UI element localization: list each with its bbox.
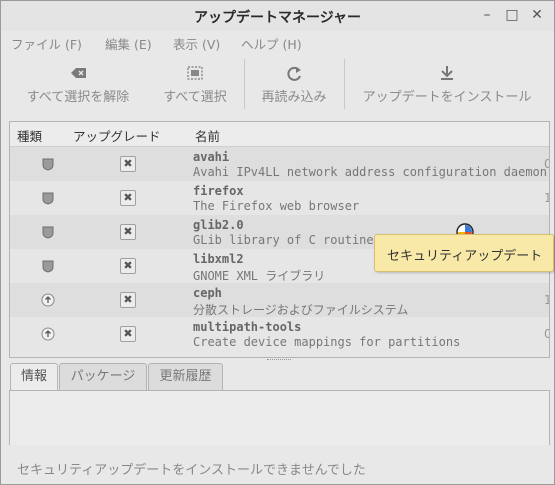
tab-info[interactable]: 情報 <box>10 363 58 391</box>
package-extra: 1 <box>544 293 549 307</box>
package-name: avahi <box>193 150 230 164</box>
table-row[interactable]: ✖ multipath-tools Create device mappings… <box>10 317 549 351</box>
column-type[interactable]: 種類 <box>17 126 42 145</box>
column-name[interactable]: 名前 <box>195 126 220 145</box>
menu-file[interactable]: ファイル (F) <box>11 34 82 53</box>
tooltip-text: セキュリティアップデート <box>387 249 543 264</box>
update-manager-window: アップデートマネージャー – □ ✕ ファイル (F) 編集 (E) 表示 (V… <box>0 0 555 485</box>
update-arrow-icon <box>41 293 55 307</box>
status-message: セキュリティアップデートをインストールできませんでした <box>17 463 366 478</box>
tab-packages[interactable]: パッケージ <box>59 363 147 390</box>
upgrade-checkbox[interactable]: ✖ <box>120 190 136 206</box>
package-description: Create device mappings for partitions <box>193 335 461 349</box>
table-row[interactable]: ✖ avahi Avahi IPv4LL network address con… <box>10 147 549 181</box>
reload-button[interactable]: 再読み込み <box>251 55 337 113</box>
window-title: アップデートマネージャー <box>193 10 362 26</box>
package-name: multipath-tools <box>193 320 302 334</box>
upgrade-checkbox[interactable]: ✖ <box>120 326 136 342</box>
package-name: ceph <box>193 286 222 300</box>
clear-icon <box>19 65 137 81</box>
reload-label: 再読み込み <box>261 90 327 105</box>
security-shield-icon <box>42 192 54 205</box>
package-extra: 1 <box>544 191 549 205</box>
tooltip: セキュリティアップデート <box>374 234 554 272</box>
toolbar: すべて選択を解除 すべて選択 再読み込み アップデートをインストール <box>1 55 554 113</box>
minimize-icon[interactable]: – <box>478 6 496 24</box>
status-bar: セキュリティアップデートをインストールできませんでした <box>1 445 554 484</box>
tab-changelog[interactable]: 更新履歴 <box>148 363 223 390</box>
security-shield-icon <box>42 158 54 171</box>
pane-resize-handle[interactable] <box>267 359 291 362</box>
package-description: Avahi IPv4LL network address configurati… <box>193 165 548 179</box>
info-panel <box>9 390 550 446</box>
deselect-all-label: すべて選択を解除 <box>26 90 130 105</box>
title-bar: アップデートマネージャー – □ ✕ <box>1 1 554 31</box>
upgrade-checkbox[interactable]: ✖ <box>120 258 136 274</box>
download-icon <box>357 65 537 81</box>
select-all-icon <box>151 65 239 81</box>
menu-view[interactable]: 表示 (V) <box>173 34 220 53</box>
upgrade-checkbox[interactable]: ✖ <box>120 224 136 240</box>
package-description: GLib library of C routines <box>193 233 381 247</box>
package-description: The Firefox web browser <box>193 199 360 213</box>
column-upgrade[interactable]: アップグレード <box>73 126 161 145</box>
table-row[interactable]: ✖ ceph 分散ストレージおよびファイルシステム 1 <box>10 283 549 317</box>
list-header: 種類 アップグレード 名前 <box>10 122 549 147</box>
install-updates-label: アップデートをインストール <box>362 90 532 105</box>
close-icon[interactable]: ✕ <box>528 6 546 24</box>
package-description: GNOME XML ライブラリ <box>193 269 326 283</box>
maximize-icon[interactable]: □ <box>503 6 521 24</box>
package-extra: 0 <box>544 157 549 171</box>
select-all-button[interactable]: すべて選択 <box>151 55 239 113</box>
package-extra: 0 <box>544 327 549 341</box>
package-name: glib2.0 <box>193 218 244 232</box>
menu-edit[interactable]: 編集 (E) <box>105 34 152 53</box>
select-all-label: すべて選択 <box>163 90 227 105</box>
deselect-all-button[interactable]: すべて選択を解除 <box>19 55 137 113</box>
toolbar-separator <box>344 59 345 109</box>
package-name: libxml2 <box>193 252 244 266</box>
upgrade-checkbox[interactable]: ✖ <box>120 292 136 308</box>
security-shield-icon <box>42 260 54 273</box>
update-arrow-icon <box>41 327 55 341</box>
menu-help[interactable]: ヘルプ (H) <box>241 34 302 53</box>
install-updates-button[interactable]: アップデートをインストール <box>357 55 537 113</box>
reload-icon <box>251 65 337 81</box>
package-name: firefox <box>193 184 244 198</box>
menu-bar: ファイル (F) 編集 (E) 表示 (V) ヘルプ (H) <box>1 31 554 53</box>
upgrade-checkbox[interactable]: ✖ <box>120 156 136 172</box>
table-row[interactable]: ✖ firefox The Firefox web browser 1 <box>10 181 549 215</box>
security-shield-icon <box>42 226 54 239</box>
toolbar-separator <box>244 59 245 109</box>
package-description: 分散ストレージおよびファイルシステム <box>193 303 409 317</box>
